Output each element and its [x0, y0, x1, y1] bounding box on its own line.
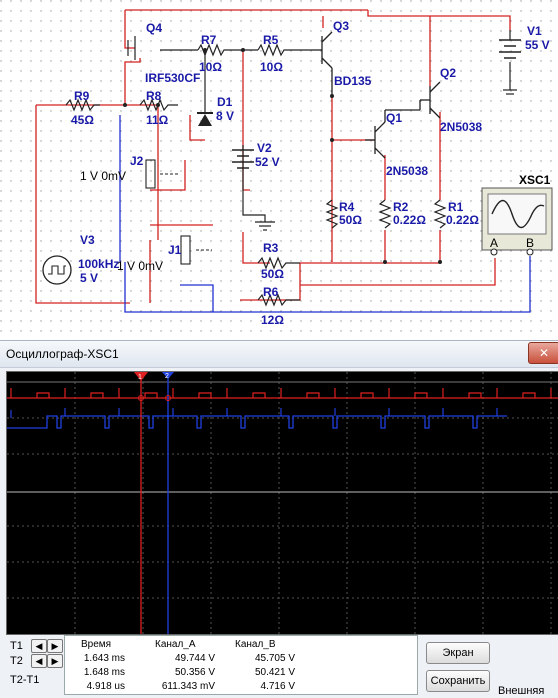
t2-left-arrow-icon[interactable]: ◀	[31, 654, 47, 668]
label-scope-a: A	[490, 236, 498, 250]
label-r4-value: 50Ω	[339, 213, 362, 227]
label-d1-value: 8 V	[216, 109, 234, 123]
label-v3: V3	[80, 233, 95, 247]
header-time: Время	[81, 639, 112, 650]
label-r7: R7	[201, 33, 217, 47]
t2-channel-a: 50.356 V	[174, 667, 215, 678]
label-r8-value: 11Ω	[146, 113, 169, 127]
label-r5-value: 10Ω	[260, 60, 283, 74]
close-icon: ✕	[538, 346, 550, 360]
label-r9: R9	[74, 89, 90, 103]
label-q2-model: 2N5038	[440, 120, 482, 134]
delta-channel-b: 4.716 V	[260, 681, 295, 692]
label-d1: D1	[217, 95, 233, 109]
label-r6: R6	[263, 285, 279, 299]
label-j2: J2	[130, 154, 144, 168]
t2-time: 1.648 ms	[83, 667, 125, 678]
label-xsc1: XSC1	[519, 173, 551, 187]
label-q2: Q2	[440, 66, 456, 80]
t2-right-arrow-icon[interactable]: ▶	[47, 654, 63, 668]
oscilloscope-screen[interactable]: 1 2	[6, 371, 558, 635]
row-label-t1: T1	[10, 640, 23, 652]
header-channel-a: Канал_A	[155, 639, 196, 650]
row-label-t2: T2	[10, 655, 23, 667]
cursor-1-label: 1	[138, 374, 142, 381]
t1-left-arrow-icon[interactable]: ◀	[31, 639, 47, 653]
trigger-source-label: Внешняя	[498, 685, 545, 697]
label-r5: R5	[263, 33, 279, 47]
delta-channel-a: 611.343 mV	[161, 681, 215, 692]
label-r7-value: 10Ω	[199, 60, 222, 74]
t1-channel-a: 49.744 V	[174, 653, 215, 664]
oscilloscope-title: Осциллограф-XSC1	[6, 347, 119, 361]
t2-channel-b: 50.421 V	[254, 667, 295, 678]
row-label-t2-t1: T2-T1	[10, 674, 40, 686]
label-q1: Q1	[386, 111, 402, 125]
header-channel-b: Канал_B	[235, 639, 276, 650]
label-r3: R3	[263, 241, 279, 255]
label-j1-value: 1 V 0mV	[117, 259, 163, 273]
label-j2-value: 1 V 0mV	[80, 169, 126, 183]
oscilloscope-titlebar[interactable]: Осциллограф-XSC1 ✕	[0, 341, 558, 368]
label-r9-value: 45Ω	[71, 113, 94, 127]
close-button[interactable]: ✕	[528, 342, 558, 364]
screen-button[interactable]: Экран	[426, 642, 490, 664]
label-r1-value: 0.22Ω	[446, 213, 479, 227]
cursor-2-label: 2	[165, 373, 169, 380]
label-v1-value: 55 V	[525, 38, 550, 52]
label-q1-model: 2N5038	[386, 164, 428, 178]
label-v2: V2	[257, 141, 272, 155]
circuit-schematic: Q4 IRF530CF R7 10Ω R5 10Ω Q3 BD135 V1 55…	[0, 0, 558, 338]
measurement-table: Время Канал_A Канал_B 1.643 ms 49.744 V …	[64, 635, 418, 695]
label-v1: V1	[527, 24, 542, 38]
label-r1: R1	[448, 200, 464, 214]
channel-a-pulses	[10, 388, 552, 398]
label-v2-value: 52 V	[255, 155, 280, 169]
label-r8: R8	[146, 89, 162, 103]
label-v3-frequency: 100kHz	[78, 257, 119, 271]
label-bd135: BD135	[334, 74, 372, 88]
label-irf530cf: IRF530CF	[145, 71, 200, 85]
delta-time: 4.918 us	[86, 681, 125, 692]
label-r2: R2	[393, 200, 409, 214]
label-v3-value: 5 V	[80, 271, 98, 285]
label-j1: J1	[168, 243, 182, 257]
label-r6-value: 12Ω	[261, 313, 284, 327]
measurement-panel: T1 ◀ ▶ T2 ◀ ▶ T2-T1 Время Канал_A Канал_…	[0, 633, 558, 698]
label-r2-value: 0.22Ω	[393, 213, 426, 227]
label-scope-b: B	[526, 236, 534, 250]
save-button[interactable]: Сохранить	[426, 670, 490, 692]
t1-time: 1.643 ms	[83, 653, 125, 664]
label-q4: Q4	[146, 21, 162, 35]
t1-channel-b: 45.705 V	[254, 653, 295, 664]
label-r3-value: 50Ω	[261, 267, 284, 281]
oscilloscope-window: Осциллограф-XSC1 ✕ 1 2 T1 ◀ ▶ T2 ◀ ▶ T2-…	[0, 340, 558, 698]
label-q3: Q3	[333, 19, 349, 33]
t1-right-arrow-icon[interactable]: ▶	[47, 639, 63, 653]
label-r4: R4	[339, 200, 355, 214]
